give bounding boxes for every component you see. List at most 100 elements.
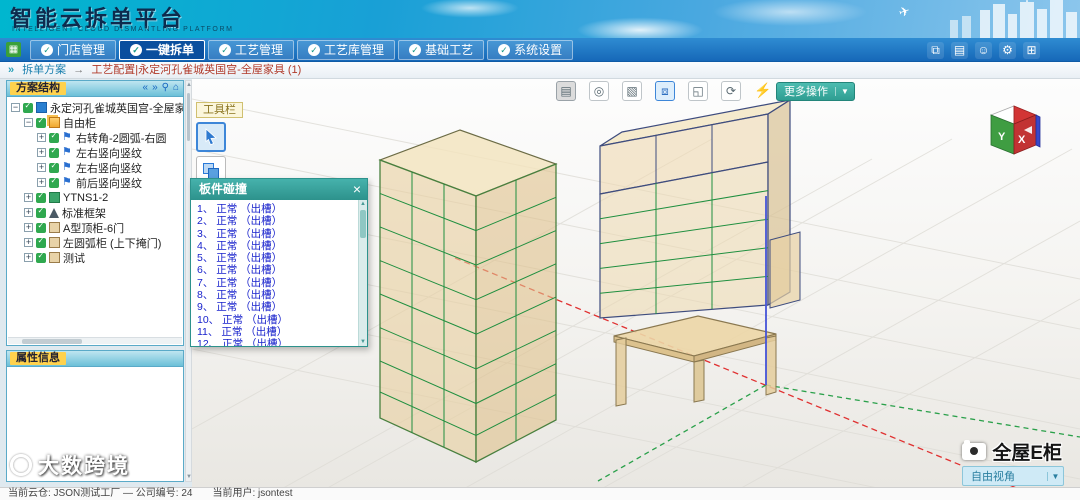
tree-checkbox[interactable] bbox=[36, 221, 46, 233]
expand-toggle-icon[interactable]: + bbox=[24, 223, 33, 232]
collision-list-item[interactable]: 12、 正常 （出槽） bbox=[197, 338, 363, 346]
scroll-down-icon[interactable]: ▼ bbox=[186, 474, 192, 480]
tab-one-click-dismantle[interactable]: ✓ 一键拆单 bbox=[119, 40, 206, 60]
cursor-icon bbox=[205, 128, 217, 146]
expand-toggle-icon[interactable]: + bbox=[37, 178, 46, 187]
collision-list-item[interactable]: 1、 正常 （出槽） bbox=[197, 203, 363, 215]
wardrobe-left-model[interactable] bbox=[378, 129, 558, 464]
tab-basic-process[interactable]: ✓ 基础工艺 bbox=[398, 40, 485, 60]
breadcrumb-link-scheme[interactable]: 拆单方案 bbox=[22, 64, 66, 76]
tree-checkbox[interactable] bbox=[36, 191, 46, 203]
tree-checkbox[interactable] bbox=[23, 101, 33, 113]
expand-toggle-icon[interactable]: − bbox=[11, 103, 20, 112]
tree-item[interactable]: + 标准框架 bbox=[7, 205, 183, 220]
tree-item[interactable]: − 永定河孔雀城英国宫-全屋家具 bbox=[7, 100, 183, 115]
tree-item[interactable]: + 前后竖向竖纹 bbox=[7, 175, 183, 190]
tree-item[interactable]: + 右转角-2圆弧-右圆 bbox=[7, 130, 183, 145]
cabinet-right-model[interactable] bbox=[599, 98, 801, 319]
tool-strip: 工具栏 bbox=[196, 100, 243, 186]
user-icon[interactable]: ☺ bbox=[975, 42, 992, 59]
rotate-view-button[interactable]: ⟳ bbox=[721, 81, 741, 101]
collision-list-item[interactable]: 3、 正常 （出槽） bbox=[197, 228, 363, 240]
tab-system-settings[interactable]: ✓ 系统设置 bbox=[487, 40, 574, 60]
wireframe-button[interactable]: ▧ bbox=[622, 81, 642, 101]
expand-toggle-icon[interactable]: + bbox=[37, 163, 46, 172]
home-grid-icon[interactable]: ▦ bbox=[6, 42, 21, 57]
collision-list-item[interactable]: 5、 正常 （出槽） bbox=[197, 252, 363, 264]
scroll-up-icon[interactable]: ▲ bbox=[186, 82, 192, 88]
fit-view-button[interactable]: ◱ bbox=[688, 81, 708, 101]
tree-checkbox[interactable] bbox=[49, 131, 59, 143]
tree-checkbox[interactable] bbox=[49, 146, 59, 158]
tree-checkbox[interactable] bbox=[49, 176, 59, 188]
tree-item-label: 前后竖向竖纹 bbox=[76, 177, 142, 190]
tree-checkbox[interactable] bbox=[36, 236, 46, 248]
tab-check-icon: ✓ bbox=[308, 44, 321, 56]
tree-item[interactable]: − 自由柜 bbox=[7, 115, 183, 130]
view-cube-widget[interactable]: Y X bbox=[986, 103, 1042, 164]
expand-toggle-icon[interactable]: + bbox=[24, 208, 33, 217]
apps-grid-icon[interactable]: ⊞ bbox=[1023, 42, 1040, 59]
tree-item[interactable]: + 左右竖向竖纹 bbox=[7, 145, 183, 160]
select-cursor-button[interactable] bbox=[196, 122, 226, 152]
screenshot-icon[interactable]: ⧉ bbox=[927, 42, 944, 59]
tree-checkbox[interactable] bbox=[36, 251, 46, 263]
home-icon[interactable]: ⌂ bbox=[173, 82, 179, 93]
collision-list-item[interactable]: 9、 正常 （出槽） bbox=[197, 301, 363, 313]
view-angle-select[interactable]: 自由视角 ▼ bbox=[962, 466, 1064, 486]
scrollbar-thumb[interactable] bbox=[22, 339, 82, 344]
tab-store-management[interactable]: ✓ 门店管理 bbox=[30, 40, 117, 60]
flag-icon bbox=[62, 145, 73, 158]
collision-list-item[interactable]: 8、 正常 （出槽） bbox=[197, 289, 363, 301]
collision-scrollbar[interactable]: ▲ ▼ bbox=[358, 200, 367, 346]
scroll-up-icon[interactable]: ▲ bbox=[359, 201, 367, 207]
tree-item[interactable]: + 左圆弧柜 (上下掩门) bbox=[7, 235, 183, 250]
collision-list-item[interactable]: 11、 正常 （出槽） bbox=[197, 326, 363, 338]
collision-list-item[interactable]: 4、 正常 （出槽） bbox=[197, 240, 363, 252]
gear-icon[interactable]: ⚙ bbox=[999, 42, 1016, 59]
save-icon[interactable]: ▤ bbox=[951, 42, 968, 59]
desk-model[interactable] bbox=[613, 315, 777, 407]
collision-list-item[interactable]: 10、 正常 （出槽） bbox=[197, 314, 363, 326]
search-icon[interactable]: ⚲ bbox=[162, 82, 169, 93]
property-panel-title: 属性信息 bbox=[10, 352, 66, 365]
tree-item[interactable]: + YTNS1-2 bbox=[7, 190, 183, 205]
flash-icon[interactable]: ⚡ bbox=[754, 81, 771, 101]
tree-item-label: YTNS1-2 bbox=[63, 191, 109, 204]
scrollbar-thumb[interactable] bbox=[187, 93, 190, 141]
expand-toggle-icon[interactable]: + bbox=[37, 133, 46, 142]
tab-process-library[interactable]: ✓ 工艺库管理 bbox=[297, 40, 396, 60]
tree-horizontal-scrollbar[interactable] bbox=[8, 337, 182, 344]
tree-item[interactable]: + 测试 bbox=[7, 250, 183, 265]
panel-collision-dialog: 板件碰撞 × 1、 正常 （出槽） 2、 正常 （出槽） 3、 正常 （出槽） … bbox=[190, 178, 368, 347]
tree-checkbox[interactable] bbox=[49, 161, 59, 173]
expand-toggle-icon[interactable]: + bbox=[24, 193, 33, 202]
tree-item-label: 永定河孔雀城英国宫-全屋家具 bbox=[50, 102, 183, 115]
collision-list-item[interactable]: 2、 正常 （出槽） bbox=[197, 215, 363, 227]
expand-toggle-icon[interactable]: + bbox=[37, 148, 46, 157]
collision-dialog-header[interactable]: 板件碰撞 × bbox=[191, 179, 367, 200]
collision-list-item[interactable]: 6、 正常 （出槽） bbox=[197, 264, 363, 276]
scroll-down-icon[interactable]: ▼ bbox=[359, 339, 367, 345]
expand-all-icon[interactable]: » bbox=[152, 82, 158, 93]
expand-toggle-icon[interactable]: + bbox=[24, 238, 33, 247]
more-actions-button[interactable]: 更多操作 ▼ bbox=[776, 81, 855, 101]
expand-toggle-icon[interactable]: + bbox=[24, 253, 33, 262]
tree-item[interactable]: + 左右竖向竖纹 bbox=[7, 160, 183, 175]
tab-process-management[interactable]: ✓ 工艺管理 bbox=[208, 40, 295, 60]
tree-item-label: A型顶柜-6门 bbox=[63, 222, 125, 235]
tree-checkbox[interactable] bbox=[36, 206, 46, 218]
tree-item[interactable]: + A型顶柜-6门 bbox=[7, 220, 183, 235]
tab-check-icon: ✓ bbox=[219, 44, 232, 56]
scrollbar-thumb[interactable] bbox=[360, 210, 366, 238]
save-view-button[interactable]: ▤ bbox=[556, 81, 576, 101]
tree-checkbox[interactable] bbox=[36, 116, 46, 128]
expand-toggle-icon[interactable]: − bbox=[24, 118, 33, 127]
solid-view-button[interactable]: ⧈ bbox=[655, 81, 675, 101]
collision-list-item[interactable]: 7、 正常 （出槽） bbox=[197, 277, 363, 289]
tab-check-icon: ✓ bbox=[498, 44, 511, 56]
close-icon[interactable]: × bbox=[353, 179, 361, 200]
collapse-all-icon[interactable]: « bbox=[143, 82, 149, 93]
orbit-button[interactable]: ◎ bbox=[589, 81, 609, 101]
more-actions-label: 更多操作 bbox=[784, 86, 828, 98]
